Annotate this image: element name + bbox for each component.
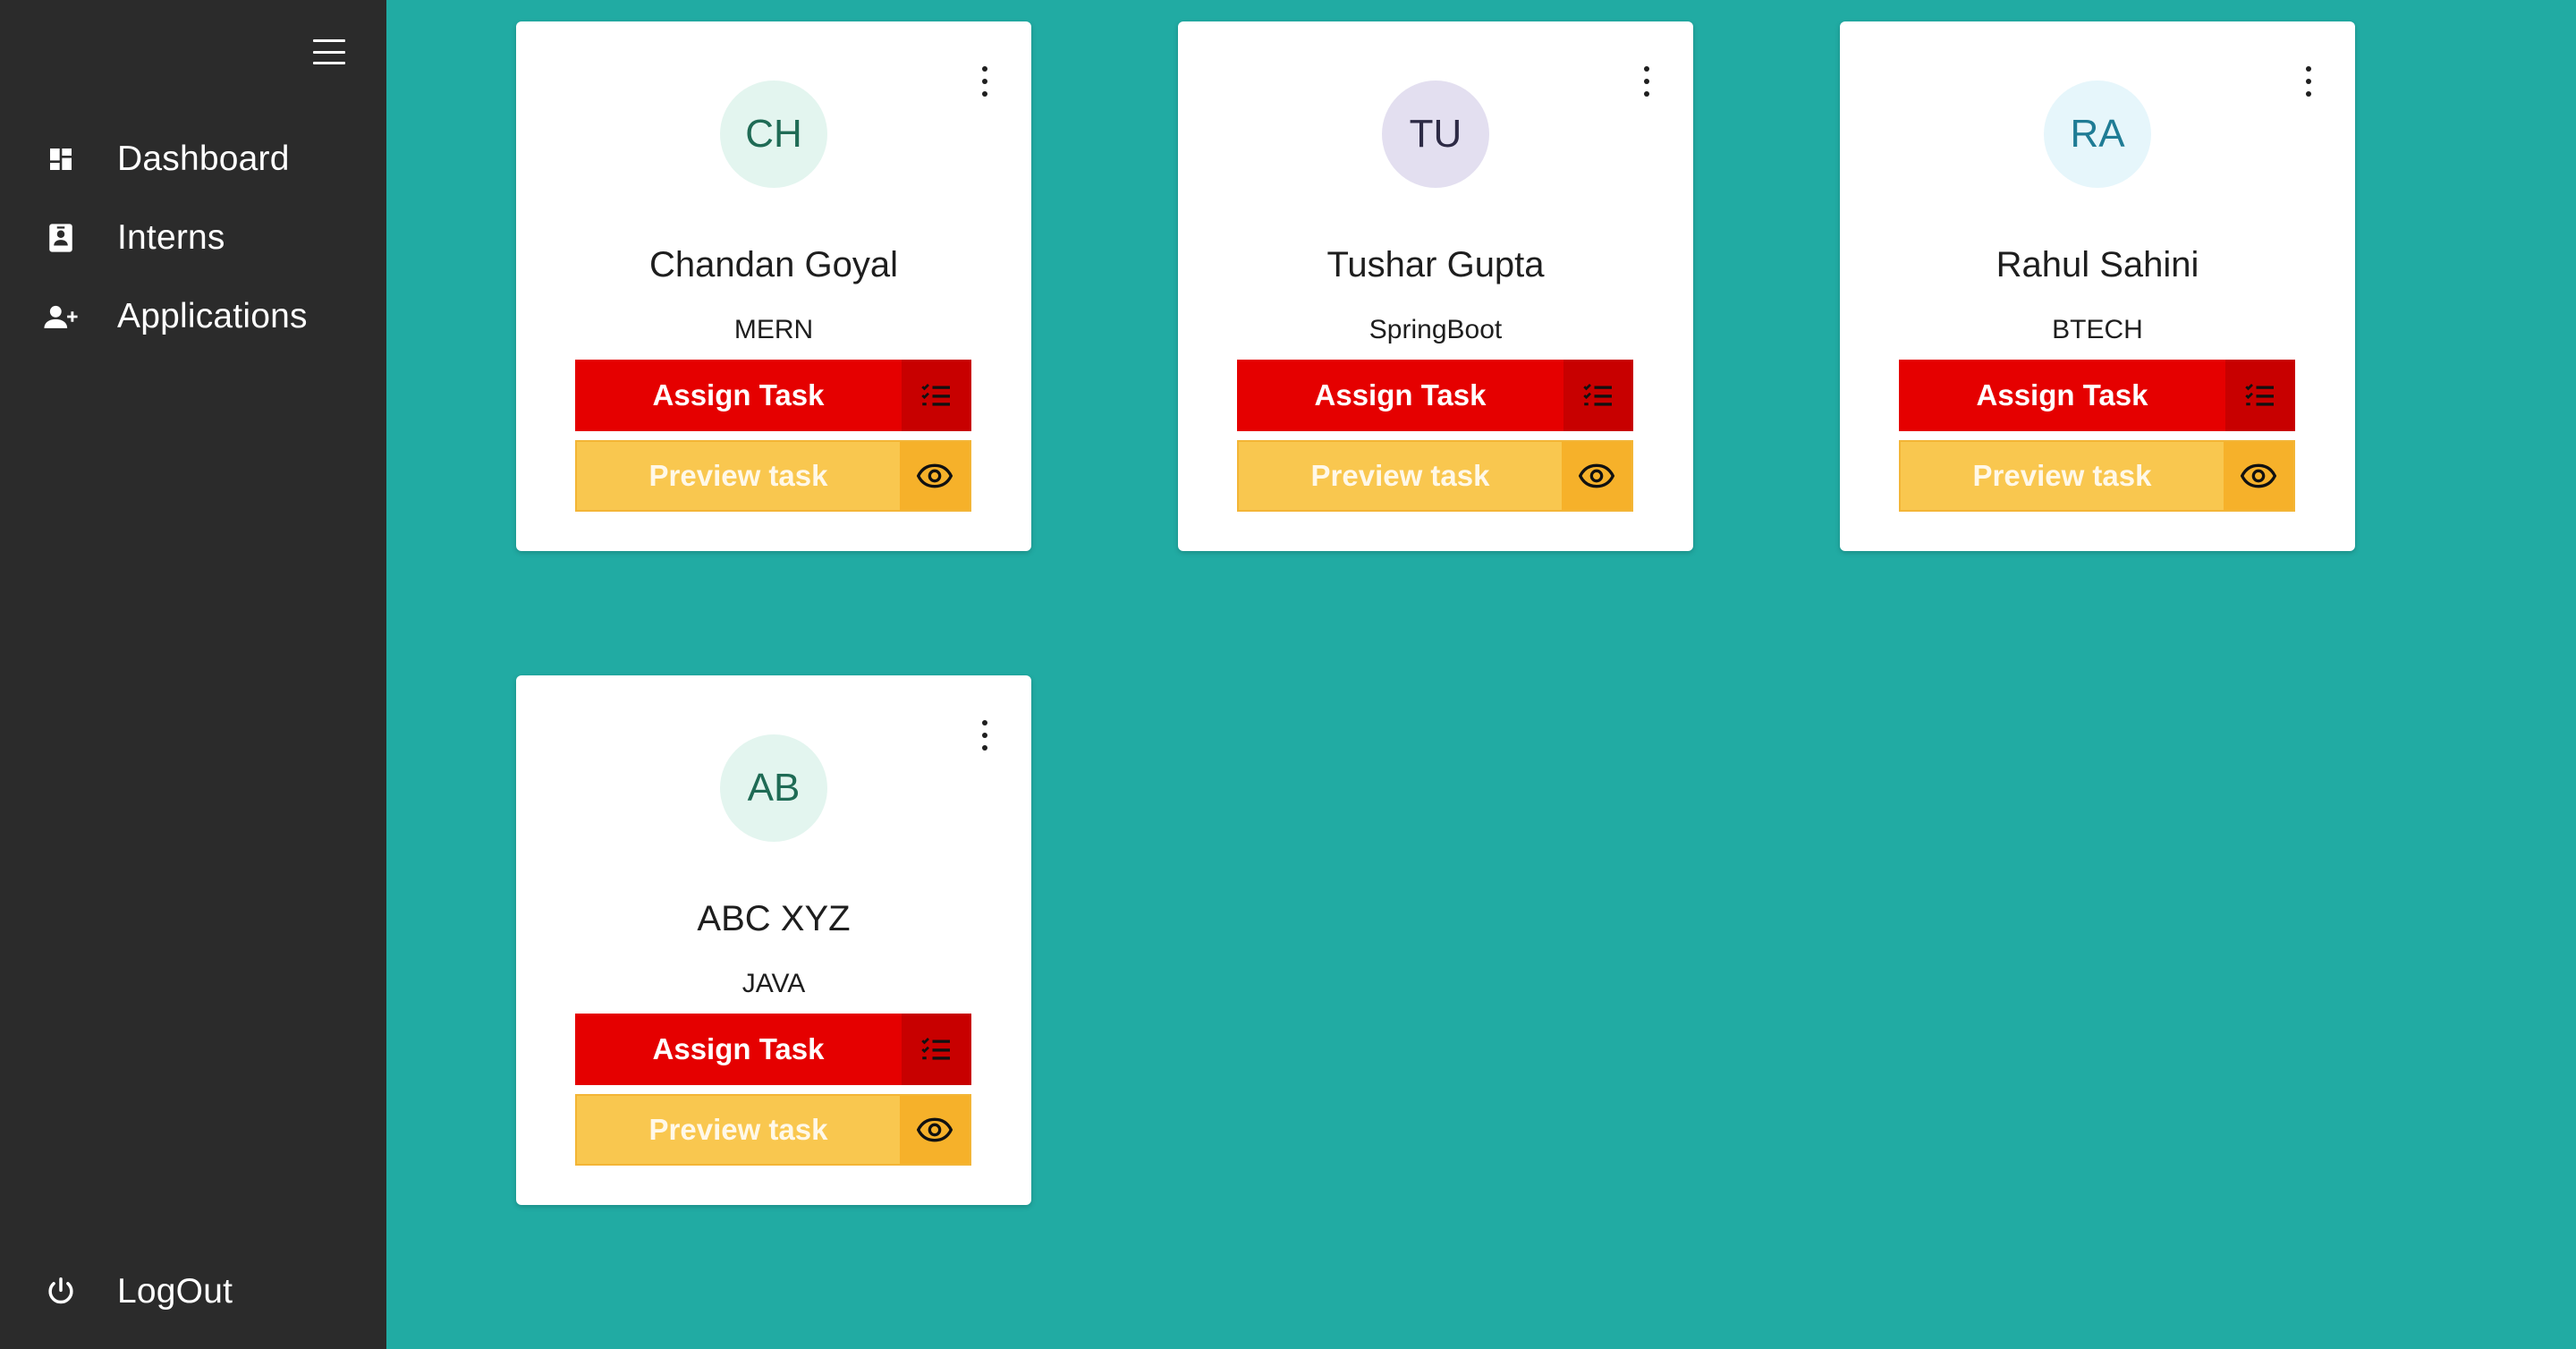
app-root: Dashboard Interns Applications LogOut CH…: [0, 0, 2576, 1349]
intern-track: JAVA: [741, 969, 806, 998]
sidebar-item-dashboard[interactable]: Dashboard: [0, 123, 386, 195]
intern-name: Rahul Sahini: [1996, 245, 2199, 284]
intern-card: TU Tushar Gupta SpringBoot Assign Task P…: [1178, 21, 1693, 551]
sidebar-item-interns[interactable]: Interns: [0, 202, 386, 274]
more-options-icon[interactable]: [2298, 66, 2319, 97]
avatar: TU: [1382, 81, 1489, 188]
checklist-icon: [902, 1014, 971, 1085]
eye-icon: [900, 442, 970, 510]
preview-task-button[interactable]: Preview task: [575, 1094, 971, 1166]
checklist-icon: [2225, 360, 2295, 431]
power-icon: [43, 1274, 79, 1310]
assign-task-button[interactable]: Assign Task: [575, 360, 971, 431]
sidebar: Dashboard Interns Applications LogOut: [0, 0, 386, 1349]
intern-track: MERN: [733, 315, 814, 344]
intern-name: Tushar Gupta: [1326, 245, 1545, 284]
intern-name: Chandan Goyal: [649, 245, 898, 284]
menu-icon[interactable]: [313, 36, 345, 68]
preview-task-label: Preview task: [1310, 459, 1490, 492]
preview-task-label: Preview task: [648, 1113, 828, 1146]
badge-icon: [43, 220, 79, 256]
preview-task-button[interactable]: Preview task: [1237, 440, 1633, 512]
avatar: AB: [720, 734, 827, 842]
intern-track: SpringBoot: [1368, 315, 1503, 344]
avatar: RA: [2044, 81, 2151, 188]
logout-button[interactable]: LogOut: [0, 1256, 386, 1328]
sidebar-item-applications[interactable]: Applications: [0, 281, 386, 352]
logout-label: LogOut: [117, 1272, 233, 1311]
preview-task-label: Preview task: [1972, 459, 2152, 492]
intern-name: ABC XYZ: [697, 899, 851, 938]
avatar: CH: [720, 81, 827, 188]
assign-task-label: Assign Task: [652, 378, 825, 411]
eye-icon: [900, 1096, 970, 1164]
person-add-icon: [43, 299, 79, 335]
more-options-icon[interactable]: [974, 720, 996, 751]
intern-card: CH Chandan Goyal MERN Assign Task Previe…: [516, 21, 1031, 551]
assign-task-label: Assign Task: [1976, 378, 2148, 411]
dashboard-icon: [43, 141, 79, 177]
intern-card: AB ABC XYZ JAVA Assign Task Preview task: [516, 675, 1031, 1205]
assign-task-label: Assign Task: [652, 1032, 825, 1065]
intern-track: BTECH: [2052, 315, 2143, 344]
preview-task-button[interactable]: Preview task: [575, 440, 971, 512]
preview-task-label: Preview task: [648, 459, 828, 492]
checklist-icon: [902, 360, 971, 431]
preview-task-button[interactable]: Preview task: [1899, 440, 2295, 512]
checklist-icon: [1563, 360, 1633, 431]
assign-task-label: Assign Task: [1314, 378, 1487, 411]
sidebar-item-label: Interns: [117, 218, 225, 257]
sidebar-item-label: Applications: [117, 297, 308, 335]
eye-icon: [2224, 442, 2293, 510]
intern-card: RA Rahul Sahini BTECH Assign Task Previe…: [1840, 21, 2355, 551]
assign-task-button[interactable]: Assign Task: [1237, 360, 1633, 431]
assign-task-button[interactable]: Assign Task: [575, 1014, 971, 1085]
eye-icon: [1562, 442, 1631, 510]
more-options-icon[interactable]: [974, 66, 996, 97]
sidebar-item-label: Dashboard: [117, 140, 290, 178]
assign-task-button[interactable]: Assign Task: [1899, 360, 2295, 431]
more-options-icon[interactable]: [1636, 66, 1657, 97]
